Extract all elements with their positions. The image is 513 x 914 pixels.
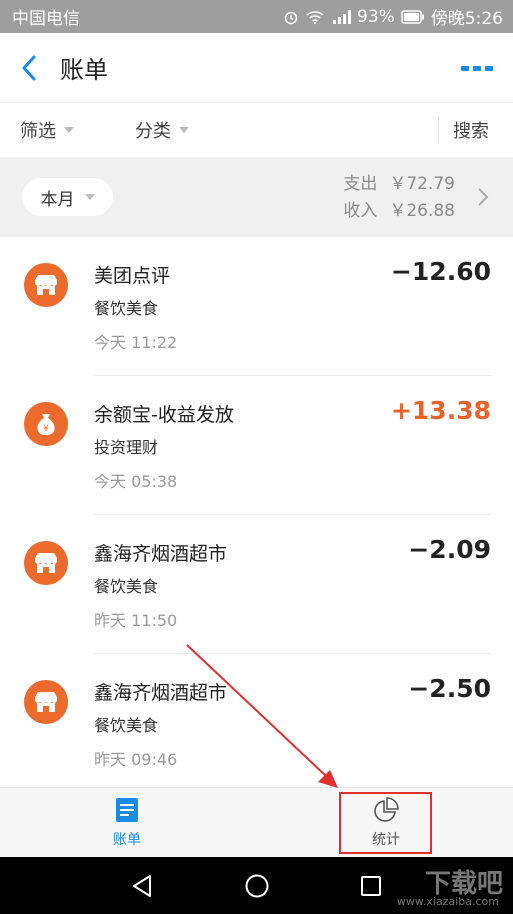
filter-bar: 筛选 分类 搜索 [0, 103, 513, 157]
transaction-time: 昨天 11:50 [94, 611, 178, 630]
back-button[interactable] [0, 33, 58, 103]
tab-bill[interactable]: 账单 [77, 788, 177, 858]
income-row: 收入 ￥26.88 [343, 198, 455, 225]
transaction-amount: −2.09 [408, 535, 491, 564]
alarm-icon [283, 9, 299, 25]
transaction-amount: +13.38 [390, 396, 491, 425]
category-dropdown[interactable]: 分类 [135, 103, 189, 157]
transaction-category: 餐饮美食 [94, 299, 159, 318]
watermark-url: www.xiazaiba.com [396, 895, 499, 908]
transaction-amount: −2.50 [408, 674, 491, 703]
money-bag-icon: ¥ [24, 402, 68, 446]
transaction-category: 投资理财 [94, 438, 159, 457]
caret-down-icon [64, 127, 74, 133]
transaction-row[interactable]: 美团点评 餐饮美食 今天 11:22 −12.60 [0, 237, 513, 376]
expense-amount: ￥72.79 [389, 174, 455, 194]
transaction-list: 美团点评 餐饮美食 今天 11:22 −12.60 ¥ 余额宝-收益发放 投资理… [0, 237, 513, 787]
month-label: 本月 [40, 189, 75, 210]
month-totals: 支出 ￥72.79 收入 ￥26.88 [343, 171, 455, 225]
expense-label: 支出 [343, 174, 378, 194]
divider [438, 116, 439, 144]
page-title: 账单 [60, 56, 108, 84]
transaction-time: 今天 05:38 [94, 472, 178, 491]
battery-icon [401, 9, 425, 24]
carrier-name: 中国电信 [12, 9, 80, 29]
search-label: 搜索 [453, 121, 489, 142]
status-icons: 93% 傍晚5:26 [283, 4, 503, 29]
transaction-row[interactable]: 鑫海齐烟酒超市 餐饮美食 昨天 09:46 −2.50 [0, 654, 513, 787]
search-button[interactable]: 搜索 [453, 103, 489, 157]
transaction-time: 今天 11:22 [94, 333, 178, 352]
caret-down-icon [84, 194, 95, 200]
merchant-name: 余额宝-收益发放 [94, 404, 234, 426]
nav-recents-button[interactable] [356, 871, 386, 901]
bottom-tab-bar: 账单 统计 [0, 787, 513, 857]
category-label: 分类 [135, 121, 171, 142]
more-button[interactable] [461, 59, 493, 77]
transaction-row[interactable]: ¥ 余额宝-收益发放 投资理财 今天 05:38 +13.38 [0, 376, 513, 515]
status-bar: 中国电信 93% 傍晚5:26 [0, 0, 513, 33]
caret-down-icon [179, 127, 189, 133]
income-label: 收入 [343, 201, 378, 221]
shop-icon [24, 680, 68, 724]
back-icon [22, 55, 36, 80]
merchant-name: 美团点评 [94, 265, 171, 287]
filter-dropdown[interactable]: 筛选 [20, 103, 74, 157]
tab-stats[interactable]: 统计 [336, 788, 436, 858]
nav-home-button[interactable] [242, 871, 272, 901]
month-summary-bar[interactable]: 本月 支出 ￥72.79 收入 ￥26.88 [0, 157, 513, 237]
triangle-back-icon [133, 875, 151, 897]
month-selector[interactable]: 本月 [22, 178, 113, 216]
svg-text:¥: ¥ [43, 424, 49, 434]
wifi-icon [305, 9, 325, 25]
circle-home-icon [245, 874, 269, 898]
transaction-row[interactable]: 鑫海齐烟酒超市 餐饮美食 昨天 11:50 −2.09 [0, 515, 513, 654]
income-amount: ￥26.88 [389, 201, 455, 221]
shop-icon [24, 263, 68, 307]
transaction-time: 昨天 09:46 [94, 750, 178, 769]
battery-percent: 93% [357, 6, 395, 27]
merchant-name: 鑫海齐烟酒超市 [94, 543, 228, 565]
system-nav-bar: 下载吧 www.xiazaiba.com [0, 857, 513, 914]
square-recents-icon [361, 876, 381, 896]
pie-chart-icon [374, 797, 399, 822]
transaction-category: 餐饮美食 [94, 577, 159, 596]
transaction-category: 餐饮美食 [94, 716, 159, 735]
chevron-right-icon [478, 188, 489, 206]
nav-back-button[interactable] [127, 871, 157, 901]
tab-bill-label: 账单 [113, 832, 141, 848]
shop-icon [24, 541, 68, 585]
merchant-name: 鑫海齐烟酒超市 [94, 682, 228, 704]
expense-row: 支出 ￥72.79 [343, 171, 455, 198]
more-icon [461, 65, 469, 71]
bill-icon [116, 798, 138, 822]
tab-stats-label: 统计 [372, 832, 400, 848]
clock-time: 傍晚5:26 [430, 9, 503, 29]
signal-icon [331, 9, 352, 25]
transaction-amount: −12.60 [390, 257, 491, 286]
filter-label: 筛选 [20, 121, 56, 142]
app-header: 账单 [0, 33, 513, 103]
